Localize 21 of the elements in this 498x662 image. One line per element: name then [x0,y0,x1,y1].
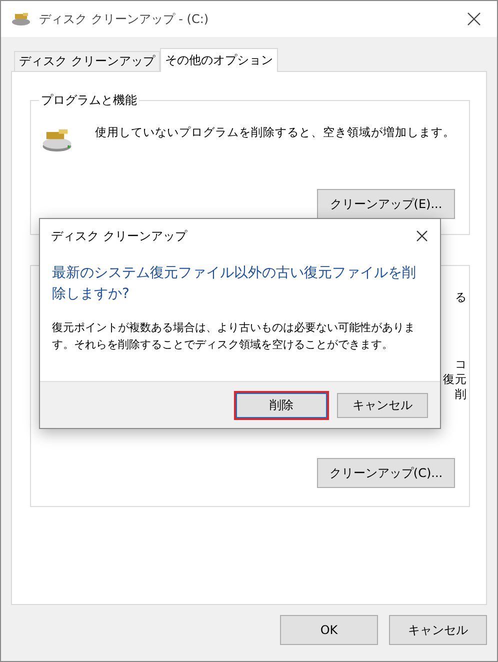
cancel-button[interactable]: キャンセル [337,392,428,418]
tab[interactable]: その他のオプション [160,48,278,72]
cancel-button[interactable]: キャンセル [389,615,487,645]
tab[interactable]: ディスク クリーンアップ [14,51,160,71]
description-text: 使用していないプログラムを削除すると、空き領域が増加します。 [95,125,455,140]
disk-cleanup-icon [11,12,31,26]
description-text: 削 [455,387,467,402]
ok-button[interactable]: OK [280,615,378,645]
window-title: ディスク クリーンアップ - (C:) [39,10,210,28]
group-title: プログラムと機能 [39,92,139,109]
close-icon[interactable] [416,230,428,242]
cleanup-button[interactable]: クリーンアップ(E)... [317,189,455,219]
description-text: コ [455,357,467,372]
dialog-title: ディスク クリーンアップ [51,228,188,244]
description-text: 復元 [443,372,467,387]
dialog-message: 復元ポイントが複数ある場合は、より古いものは必要ない可能性があります。それらを削除することでディスク領域を空けることができます。 [51,320,416,353]
dialog-heading: 最新のシステム復元ファイル以外の古い復元ファイルを削除しますか? [51,264,417,304]
close-icon[interactable] [467,12,481,26]
cleanup-button[interactable]: クリーンアップ(C)... [317,458,455,488]
delete-button[interactable]: 削除 [236,392,327,418]
description-text: る [455,290,467,305]
